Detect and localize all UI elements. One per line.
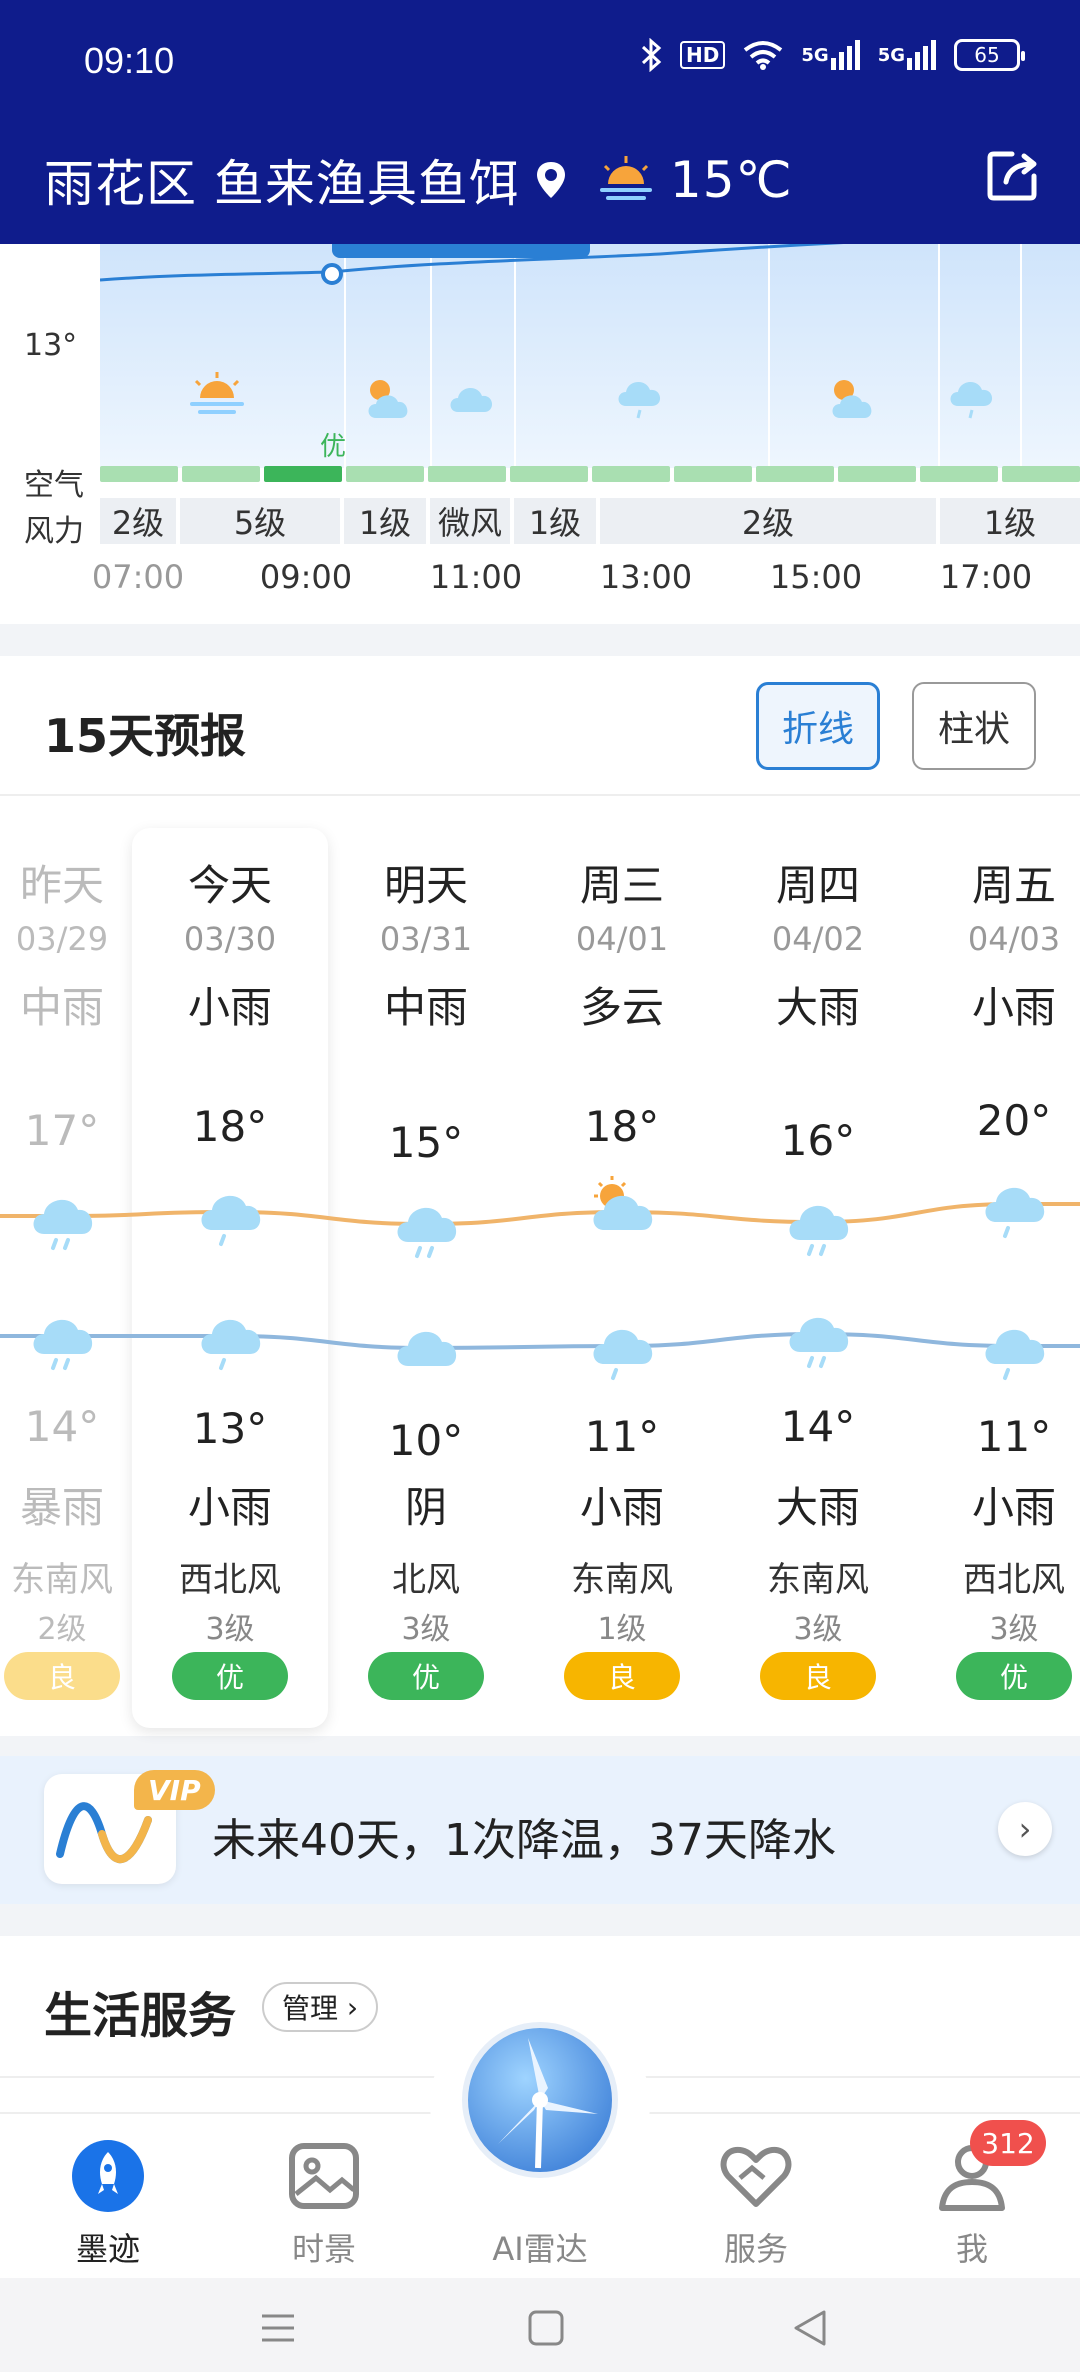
night-weather-icon <box>201 1319 261 1370</box>
wind-cell: 1级 <box>514 498 596 544</box>
air-quality-label: 空气 <box>24 468 84 503</box>
nav-moji[interactable]: 墨迹 <box>0 2114 216 2280</box>
location-header: 雨花区 鱼来渔具鱼饵 15℃ <box>0 120 1080 244</box>
day-weather-icon <box>789 1205 849 1256</box>
hourly-temp-chart <box>100 244 1080 468</box>
notification-badge: 312 <box>970 2120 1046 2166</box>
air-quality-value: 优 <box>320 432 347 462</box>
wind-cell: 微风 <box>430 498 510 544</box>
nav-label: 墨迹 <box>75 2230 140 2268</box>
nav-scenes[interactable]: 时景 <box>216 2114 432 2280</box>
wind-turbine-icon <box>498 2038 598 2169</box>
sunset-icon <box>190 372 244 414</box>
day-weather-icon <box>33 1199 93 1250</box>
location-pin-icon <box>536 162 565 198</box>
wind-cell: 1级 <box>940 498 1080 544</box>
vip-badge: VIP <box>134 1770 215 1810</box>
temp-axis-label: 13° <box>24 328 78 363</box>
signal-icon-1: 5G <box>801 40 860 70</box>
ai-radar-button[interactable] <box>462 2022 618 2178</box>
nav-label: 我 <box>955 2230 988 2268</box>
wind-cell: 5级 <box>180 498 340 544</box>
hourly-curve <box>100 244 844 285</box>
nav-label: 时景 <box>291 2230 356 2268</box>
day-weather-icon <box>201 1195 261 1246</box>
hd-icon: HD <box>680 41 726 69</box>
high-temp-line <box>0 1202 1080 1227</box>
nav-label-ai-radar: AI雷达 <box>492 2230 588 2268</box>
wind-row: 2级 5级 1级 微风 1级 2级 1级 <box>100 498 1080 544</box>
day-weather-icon <box>985 1187 1045 1238</box>
air-quality-bar <box>100 466 1080 484</box>
top-bar: 09:10 HD 5G 5G 65 雨花区 鱼来渔具鱼饵 15℃ <box>0 0 1080 244</box>
partly-cloudy-icon <box>368 380 408 418</box>
manage-label: 管理 <box>282 1992 339 2025</box>
low-temp-line <box>0 1331 1080 1351</box>
status-icons: HD 5G 5G 65 <box>640 38 1025 72</box>
hour-label: 09:00 <box>259 558 353 596</box>
system-nav-bar <box>0 2278 1080 2372</box>
wind-cell: 2级 <box>600 498 936 544</box>
signal-icon-2: 5G <box>878 40 936 70</box>
rocket-icon <box>72 2140 144 2212</box>
night-weather-icon <box>593 1329 653 1380</box>
manage-button[interactable]: 管理 › <box>262 1982 379 2032</box>
wind-cell: 2级 <box>100 498 176 544</box>
sunset-weather-icon <box>599 156 652 200</box>
cloud-icon <box>450 387 493 412</box>
location-name[interactable]: 雨花区 鱼来渔具鱼饵 <box>44 144 520 216</box>
location-bar[interactable]: 雨花区 鱼来渔具鱼饵 15℃ <box>44 144 793 216</box>
rain-icon <box>618 381 661 419</box>
menu-icon[interactable] <box>258 2308 298 2348</box>
hour-labels: 07:00 09:00 11:00 13:00 15:00 17:00 <box>0 558 1080 602</box>
heart-hands-icon <box>720 2146 792 2207</box>
share-icon[interactable] <box>982 146 1042 206</box>
hour-label: 13:00 <box>599 558 693 596</box>
home-icon[interactable] <box>526 2308 566 2348</box>
wind-label: 风力 <box>24 514 84 549</box>
rain-icon <box>950 381 993 419</box>
status-bar: 09:10 HD 5G 5G 65 <box>0 0 1080 120</box>
bottom-nav: 墨迹 时景 AI雷达 服务 我 312 <box>0 2004 1080 2280</box>
life-services-title: 生活服务 <box>44 1988 237 2044</box>
bluetooth-icon <box>640 38 662 72</box>
clock: 09:10 <box>84 40 175 81</box>
hourly-forecast[interactable]: 13° 空气 优 风力 2级 5级 1级 微风 1级 2级 1级 07:00 0… <box>0 244 1080 624</box>
vip-text: 未来40天，1次降温，37天降水 <box>212 1815 836 1866</box>
night-weather-icon <box>397 1331 457 1366</box>
night-weather-icon <box>33 1319 93 1370</box>
day-weather-icon <box>593 1176 653 1230</box>
nav-services[interactable]: 服务 <box>648 2114 864 2280</box>
hour-label: 07:00 <box>91 558 185 596</box>
hour-label: 11:00 <box>429 558 523 596</box>
nav-label: 服务 <box>723 2230 788 2268</box>
chevron-right-icon[interactable]: › <box>998 1802 1052 1856</box>
wind-cell: 1级 <box>344 498 426 544</box>
partly-cloudy-icon <box>832 380 872 418</box>
night-weather-icon <box>985 1329 1045 1380</box>
battery-icon: 65 <box>954 39 1025 71</box>
day-weather-icon <box>397 1207 457 1258</box>
wifi-icon <box>743 40 783 70</box>
photo-icon <box>289 2143 359 2209</box>
vip-40day-banner[interactable]: VIP 未来40天，1次降温，37天降水 › <box>0 1756 1080 1904</box>
hour-label: 17:00 <box>939 558 1033 596</box>
night-weather-icon <box>789 1317 849 1368</box>
back-icon[interactable] <box>790 2308 830 2348</box>
temperature-curves <box>0 1176 1080 1380</box>
current-temperature: 15℃ <box>669 151 793 209</box>
hour-label: 15:00 <box>769 558 863 596</box>
